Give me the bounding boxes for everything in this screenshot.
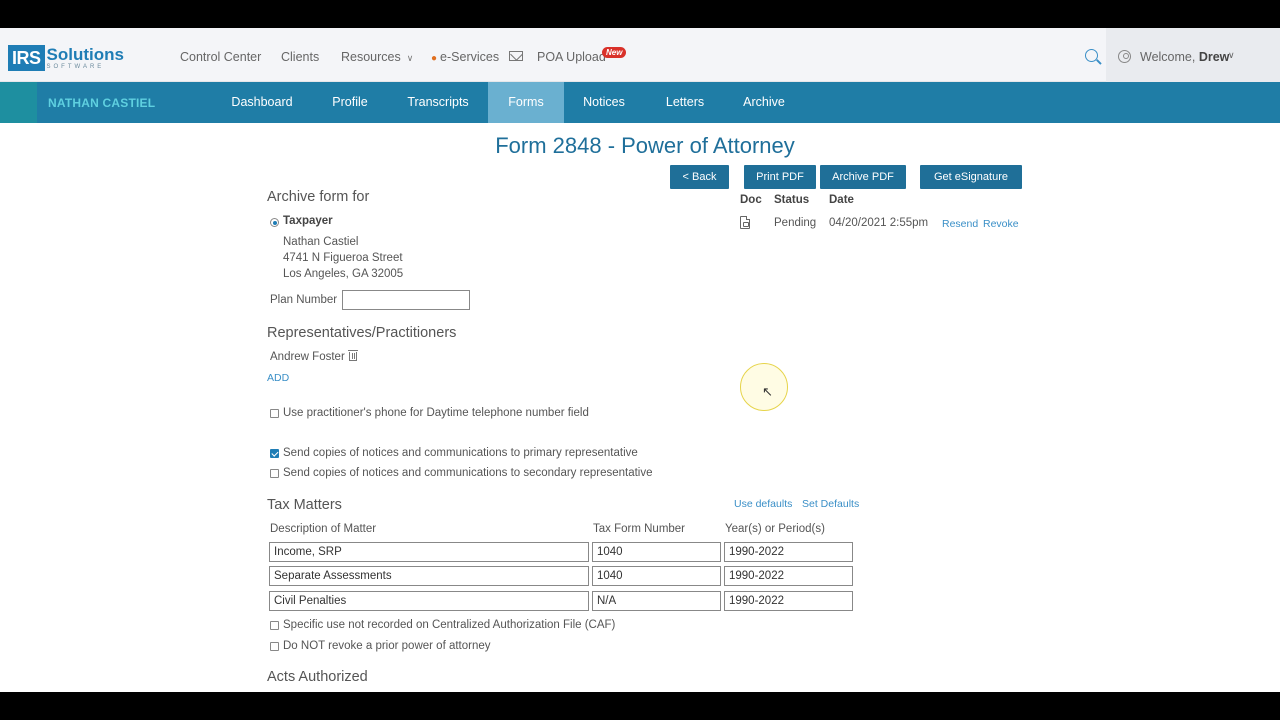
archive-date: 04/20/2021 2:55pm (829, 217, 929, 229)
nav-resources-label: Resources (341, 50, 401, 64)
tab-profile[interactable]: Profile (320, 82, 380, 123)
add-representative-link[interactable]: ADD (267, 372, 289, 384)
nav-eservices[interactable]: ● e-Services (431, 50, 499, 64)
nav-eservices-label: e-Services (440, 50, 500, 64)
irs-solutions-logo[interactable]: IRS Solutions SOFTWARE (8, 44, 124, 72)
client-subnav: NATHAN CASTIEL Dashboard Profile Transcr… (0, 82, 1280, 123)
set-defaults-link[interactable]: Set Defaults (802, 498, 859, 510)
practitioner-phone-checkbox[interactable] (270, 409, 279, 418)
chevron-down-icon: ∨ (1228, 50, 1235, 60)
specific-use-label: Specific use not recorded on Centralized… (283, 619, 616, 631)
app-window: IRS Solutions SOFTWARE Control Center Cl… (0, 28, 1280, 692)
tab-letters[interactable]: Letters (655, 82, 715, 123)
matter-years-input[interactable]: 1990-2022 (724, 542, 853, 562)
taxpayer-street: 4741 N Figueroa Street (283, 252, 403, 264)
mouse-pointer-icon: ↖ (762, 384, 773, 399)
top-navbar: IRS Solutions SOFTWARE Control Center Cl… (0, 28, 1280, 82)
search-icon[interactable] (1085, 49, 1098, 62)
specific-use-checkbox[interactable] (270, 621, 279, 630)
print-pdf-button[interactable]: Print PDF (744, 165, 816, 189)
mail-icon (509, 51, 523, 61)
tab-dashboard[interactable]: Dashboard (218, 82, 306, 123)
subnav-accent (0, 82, 37, 123)
taxpayer-radio[interactable] (270, 218, 279, 227)
tab-archive[interactable]: Archive (734, 82, 794, 123)
archive-pdf-button[interactable]: Archive PDF (820, 165, 906, 189)
taxpayer-name: Nathan Castiel (283, 236, 359, 248)
acts-authorized-heading: Acts Authorized (267, 669, 368, 685)
nav-clients[interactable]: Clients (281, 50, 319, 64)
plan-number-label: Plan Number (270, 294, 338, 306)
archive-form-heading: Archive form for (267, 189, 370, 205)
revoke-link[interactable]: Revoke (983, 218, 1019, 230)
use-defaults-link[interactable]: Use defaults (734, 498, 792, 510)
trash-icon[interactable] (348, 350, 358, 361)
copies-primary-label: Send copies of notices and communication… (283, 447, 638, 459)
user-icon (1118, 50, 1131, 63)
pdf-file-icon[interactable] (740, 216, 750, 229)
nav-poa-upload[interactable]: POA Upload (537, 50, 606, 64)
do-not-revoke-label: Do NOT revoke a prior power of attorney (283, 640, 491, 652)
archive-status: Pending (774, 217, 817, 229)
matter-description-input[interactable]: Income, SRP (269, 542, 589, 562)
client-name[interactable]: NATHAN CASTIEL (48, 96, 155, 110)
logo-mark: IRS (8, 45, 45, 71)
matter-form-number-input[interactable]: 1040 (592, 566, 721, 586)
matter-years-input[interactable]: 1990-2022 (724, 591, 853, 611)
copies-primary-checkbox[interactable] (270, 449, 279, 458)
matter-form-number-input[interactable]: 1040 (592, 542, 721, 562)
welcome-text: Welcome, Drew (1140, 50, 1230, 64)
new-badge: New (602, 47, 627, 58)
col-description-header: Description of Matter (270, 523, 377, 535)
logo-subtitle: SOFTWARE (46, 64, 105, 70)
representative-name: Andrew Foster (270, 351, 345, 363)
representatives-heading: Representatives/Practitioners (267, 325, 457, 341)
copies-secondary-checkbox[interactable] (270, 469, 279, 478)
back-button[interactable]: < Back (670, 165, 729, 189)
col-form-number-header: Tax Form Number (593, 523, 686, 535)
logo-word: Solutions (46, 45, 124, 64)
page-title: Form 2848 - Power of Attorney (495, 133, 795, 158)
taxpayer-city: Los Angeles, GA 32005 (283, 268, 404, 280)
status-dot-icon: ● (431, 53, 438, 64)
matter-description-input[interactable]: Civil Penalties (269, 591, 589, 611)
col-years-header: Year(s) or Period(s) (725, 523, 825, 535)
col-status-header: Status (774, 194, 810, 206)
matter-form-number-input[interactable]: N/A (592, 591, 721, 611)
practitioner-phone-label: Use practitioner's phone for Daytime tel… (283, 407, 589, 419)
tax-matters-heading: Tax Matters (267, 497, 342, 513)
tab-forms[interactable]: Forms (488, 82, 564, 123)
matter-years-input[interactable]: 1990-2022 (724, 566, 853, 586)
tab-transcripts[interactable]: Transcripts (397, 82, 479, 123)
user-menu[interactable]: Welcome, Drew ∨ (1106, 28, 1280, 82)
nav-resources[interactable]: Resources ∨ (341, 50, 413, 64)
get-esignature-button[interactable]: Get eSignature (920, 165, 1022, 189)
chevron-down-icon: ∨ (406, 53, 414, 63)
taxpayer-label: Taxpayer (283, 215, 333, 227)
plan-number-input[interactable] (342, 290, 470, 310)
user-name: Drew (1198, 50, 1230, 64)
col-doc-header: Doc (740, 194, 762, 206)
resend-link[interactable]: Resend (942, 218, 978, 230)
copies-secondary-label: Send copies of notices and communication… (283, 467, 653, 479)
do-not-revoke-checkbox[interactable] (270, 642, 279, 651)
col-date-header: Date (829, 194, 854, 206)
tab-notices[interactable]: Notices (574, 82, 634, 123)
matter-description-input[interactable]: Separate Assessments (269, 566, 589, 586)
nav-control-center[interactable]: Control Center (180, 50, 261, 64)
